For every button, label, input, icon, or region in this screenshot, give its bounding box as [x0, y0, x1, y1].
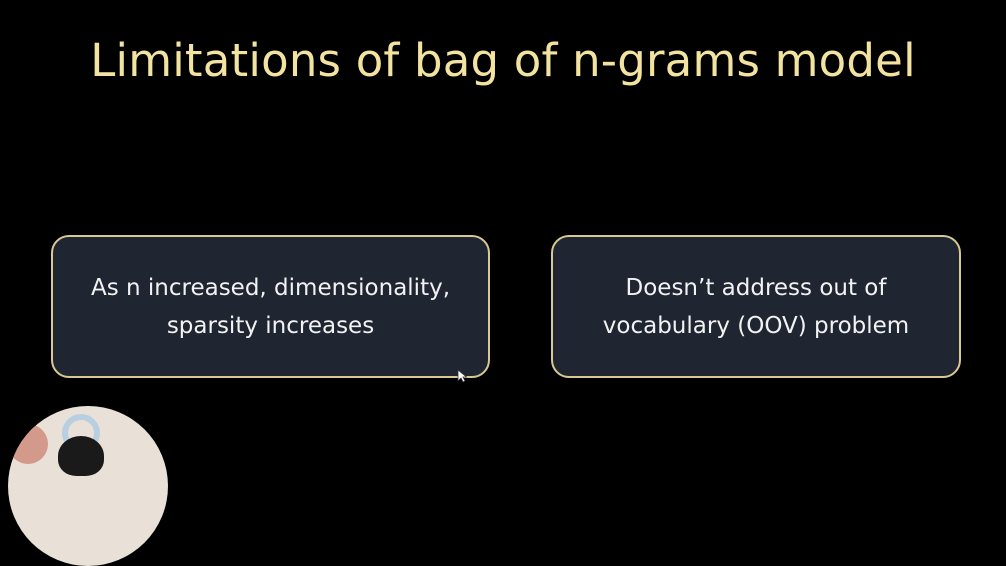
limitation-card-oov: Doesn’t address out of vocabulary (OOV) … — [551, 235, 961, 378]
card-text: As n increased, dimensionality, sparsity… — [53, 269, 488, 345]
limitation-card-dimensionality: As n increased, dimensionality, sparsity… — [51, 235, 490, 378]
webcam-background-shape — [8, 424, 48, 464]
card-line: As n increased, dimensionality, — [90, 274, 451, 301]
card-line: sparsity increases — [166, 312, 375, 339]
slide-title: Limitations of bag of n-grams model — [90, 34, 916, 87]
presenter-head — [58, 436, 104, 476]
card-line: vocabulary (OOV) problem — [602, 312, 910, 339]
card-text: Doesn’t address out of vocabulary (OOV) … — [553, 269, 959, 345]
card-line: Doesn’t address out of — [625, 274, 887, 301]
presenter-webcam-overlay — [8, 406, 168, 566]
presentation-slide: Limitations of bag of n-grams model As n… — [0, 0, 1006, 566]
mouse-pointer-icon — [457, 369, 467, 383]
